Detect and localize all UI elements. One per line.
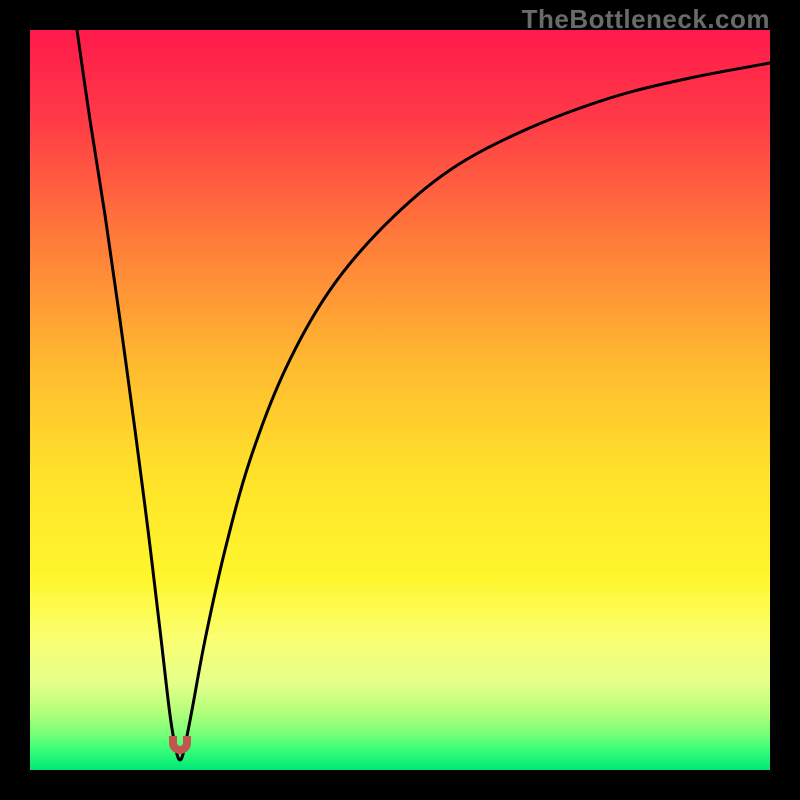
plot-area [30, 30, 770, 770]
optimum-marker [169, 736, 191, 754]
curve-layer [30, 30, 770, 770]
chart-frame: TheBottleneck.com [0, 0, 800, 800]
bottleneck-curve [77, 30, 770, 760]
